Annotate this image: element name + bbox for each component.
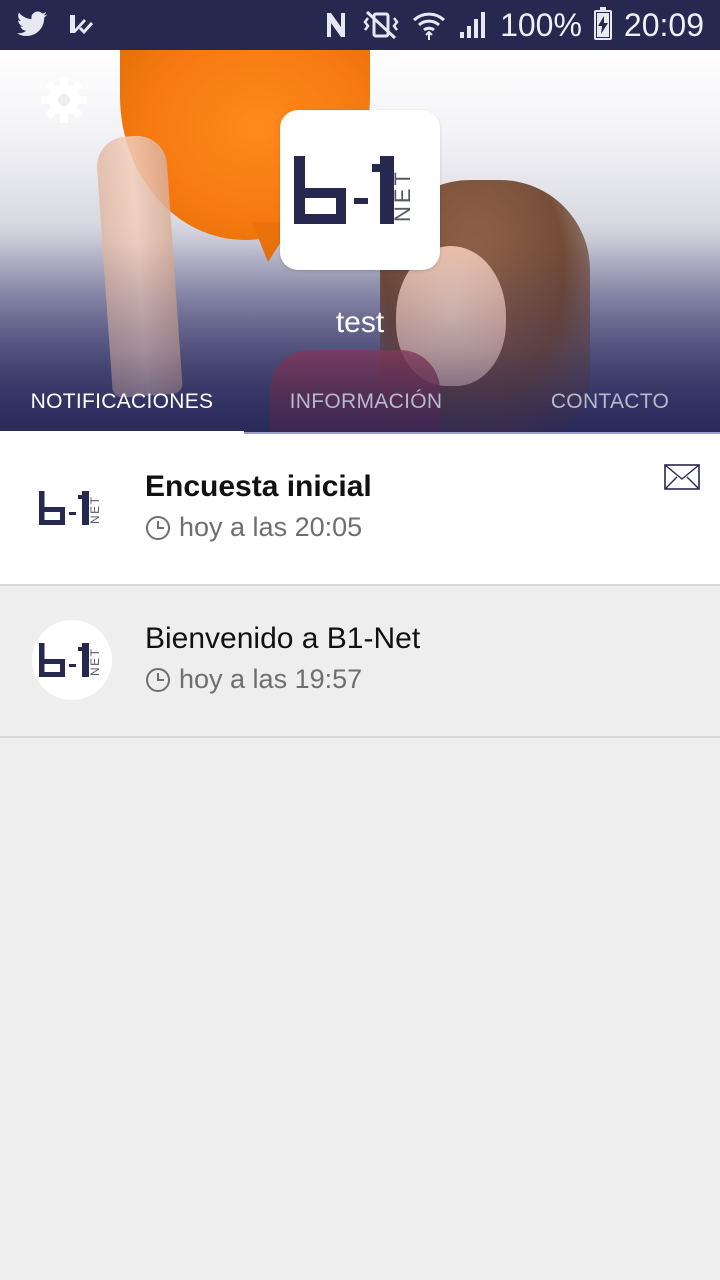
clock-icon [146, 667, 170, 692]
wifi-icon [413, 12, 446, 40]
signal-icon [460, 12, 486, 38]
notification-avatar: NET [32, 468, 112, 548]
envelope-icon [664, 464, 700, 490]
svg-text:NET: NET [88, 496, 102, 525]
notification-list: NET Encuesta inicial hoy a las 20:05 NET… [0, 434, 720, 738]
notification-item[interactable]: NET Encuesta inicial hoy a las 20:05 [0, 434, 720, 586]
notification-time-text: hoy a las 20:05 [179, 512, 363, 542]
empty-list-area [0, 740, 720, 1280]
notification-time: hoy a las 20:05 [145, 512, 362, 543]
status-bar: 100% 20:09 [0, 0, 720, 50]
b1-net-logo: NET [39, 491, 102, 525]
vibrate-mute-icon [363, 10, 399, 40]
b1-net-logo: NET [294, 156, 415, 224]
app-logo: NET [280, 110, 440, 270]
notification-item[interactable]: NET Bienvenido a B1-Net hoy a las 19:57 [0, 586, 720, 738]
battery-icon [593, 7, 612, 40]
twitter-icon [17, 11, 48, 36]
status-bar-right: 100% 20:09 [324, 0, 704, 50]
tab-contacto[interactable]: CONTACTO [488, 370, 720, 434]
notification-avatar: NET [32, 620, 112, 700]
settings-button[interactable] [38, 74, 90, 126]
notification-title: Encuesta inicial [145, 470, 372, 503]
app-title: test [335, 306, 385, 339]
clock: 20:09 [623, 6, 704, 43]
status-bar-left [16, 0, 94, 50]
notification-time: hoy a las 19:57 [145, 664, 362, 695]
nfc-icon [327, 13, 346, 37]
gear-icon [41, 77, 87, 123]
tab-bar: NOTIFICACIONES INFORMACIÓN CONTACTO [0, 370, 720, 434]
tab-informacion[interactable]: INFORMACIÓN [244, 370, 488, 434]
checkmark-notification-icon [70, 15, 94, 35]
clock-icon [146, 515, 170, 540]
profile-header: NET test NOTIFICACIONES INFORMACIÓN CONT… [0, 50, 720, 434]
battery-percent: 100% [500, 6, 582, 43]
notification-title: Bienvenido a B1-Net [145, 622, 421, 655]
logo-net-text: NET [390, 169, 415, 222]
tab-notificaciones[interactable]: NOTIFICACIONES [0, 370, 244, 434]
svg-text:NET: NET [88, 648, 102, 677]
b1-net-logo: NET [39, 643, 102, 677]
notification-time-text: hoy a las 19:57 [179, 664, 363, 694]
